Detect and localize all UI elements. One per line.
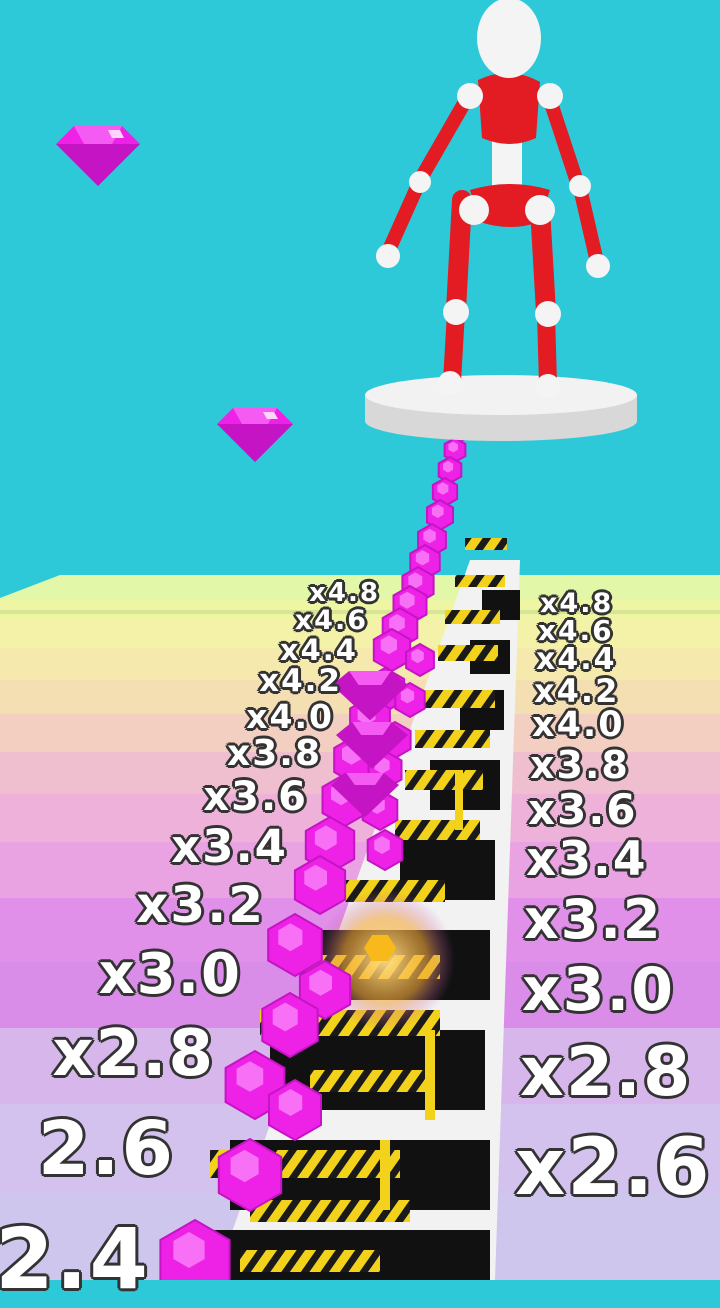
left-multiplier-label: x3.4 (171, 820, 288, 873)
left-multiplier-label: x3.0 (98, 942, 242, 1007)
left-multiplier-label: x4.8 (309, 578, 380, 608)
right-multiplier-label: x3.0 (522, 955, 675, 1025)
right-multiplier-label: x3.6 (528, 785, 638, 834)
finish-platform (365, 375, 637, 441)
right-multiplier-label: x2.6 (515, 1123, 712, 1213)
left-multiplier-label: x4.2 (259, 663, 342, 699)
left-multiplier-label: x4.0 (246, 697, 334, 736)
right-multiplier-label: x3.2 (524, 888, 663, 951)
left-multiplier-label: x3.2 (136, 876, 265, 934)
right-multiplier-label: x4.0 (532, 705, 625, 745)
right-multiplier-label: x3.4 (526, 832, 648, 887)
left-multiplier-label: 2.4 (0, 1210, 150, 1308)
left-multiplier-label: x4.4 (279, 633, 358, 667)
left-multiplier-label: 2.6 (37, 1106, 175, 1192)
left-multiplier-label: x3.6 (203, 774, 308, 820)
right-multiplier-label: x3.8 (530, 743, 630, 787)
left-multiplier-label: x4.6 (294, 605, 368, 636)
left-multiplier-label: x2.8 (52, 1017, 215, 1091)
left-multiplier-label: x3.8 (227, 733, 322, 774)
right-multiplier-label: x2.8 (520, 1033, 693, 1112)
